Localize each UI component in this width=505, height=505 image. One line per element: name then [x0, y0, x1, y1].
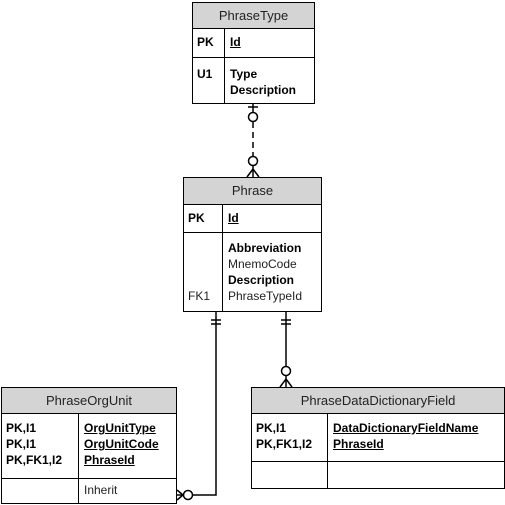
relationship-phrasetype-phrase	[246, 104, 260, 178]
relationship-phrase-phraseorgunit	[176, 312, 221, 501]
crows-foot-icon	[279, 376, 293, 388]
optional-circle-icon	[280, 365, 292, 377]
relationship-lines	[176, 104, 293, 501]
optional-circle-icon	[182, 489, 194, 501]
optional-circle-icon	[247, 111, 259, 123]
crows-foot-icon	[246, 166, 260, 178]
optional-circle-icon	[247, 155, 259, 167]
crows-foot-icon	[176, 489, 184, 501]
relationship-phrase-phrasedatadictionaryfield	[279, 312, 293, 388]
